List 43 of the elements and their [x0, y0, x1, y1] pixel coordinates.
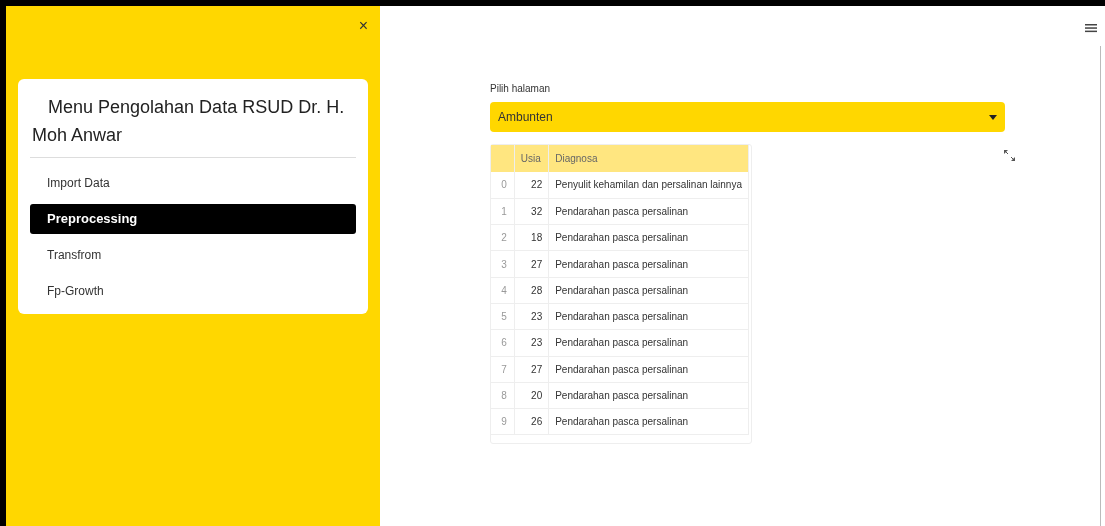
table-cell: 18 [514, 224, 549, 251]
table-cell: Pendarahan pasca persalinan [548, 329, 749, 357]
table-cell: 27 [514, 250, 549, 278]
table-cell: 23 [514, 303, 549, 330]
row-index: 8 [491, 382, 515, 409]
row-index: 4 [491, 277, 515, 304]
row-index: 2 [491, 224, 515, 251]
table-cell: Pendarahan pasca persalinan [548, 224, 749, 251]
menu-title: Menu Pengolahan Data RSUD Dr. H. Moh Anwar [31, 96, 346, 147]
row-index: 3 [491, 250, 515, 278]
table-cell: 32 [514, 198, 549, 225]
table-cell: 26 [514, 408, 549, 435]
table-cell: 20 [514, 382, 549, 409]
close-button[interactable]: × [358, 16, 368, 36]
select-label: Pilih halaman [490, 82, 552, 96]
table-cell: Pendarahan pasca persalinan [548, 408, 749, 435]
row-index: 0 [491, 172, 515, 199]
page-select[interactable]: Ambunten [490, 102, 1005, 132]
column-header[interactable]: Usia [514, 145, 549, 172]
table-cell: Pendarahan pasca persalinan [548, 382, 749, 409]
row-index: 1 [491, 198, 515, 225]
table-cell: Pendarahan pasca persalinan [548, 356, 749, 383]
table-cell: Pendarahan pasca persalinan [548, 198, 749, 225]
menu-icon[interactable] [1085, 23, 1097, 33]
row-index: 7 [491, 356, 515, 383]
table-cell: 22 [514, 172, 549, 199]
caret-icon [989, 114, 997, 120]
table-cell: Pendarahan pasca persalinan [548, 303, 749, 330]
menu-item[interactable]: Transfrom [30, 240, 356, 270]
table-cell: 23 [514, 329, 549, 357]
table-cell: Penyulit kehamilan dan persalinan lainnya [548, 172, 749, 199]
row-index: 6 [491, 329, 515, 357]
table-cell: 28 [514, 277, 549, 304]
table-cell: Pendarahan pasca persalinan [548, 277, 749, 304]
row-index: 9 [491, 408, 515, 435]
table-cell: 27 [514, 356, 549, 383]
column-header[interactable]: Diagnosa [548, 145, 749, 172]
menu-item[interactable]: Import Data [30, 168, 356, 198]
table-cell: Pendarahan pasca persalinan [548, 250, 749, 278]
menu-item[interactable]: Preprocessing [30, 204, 356, 234]
fullscreen-icon[interactable] [1004, 150, 1015, 161]
menu-item[interactable]: Fp-Growth [30, 276, 356, 306]
row-index: 5 [491, 303, 515, 330]
